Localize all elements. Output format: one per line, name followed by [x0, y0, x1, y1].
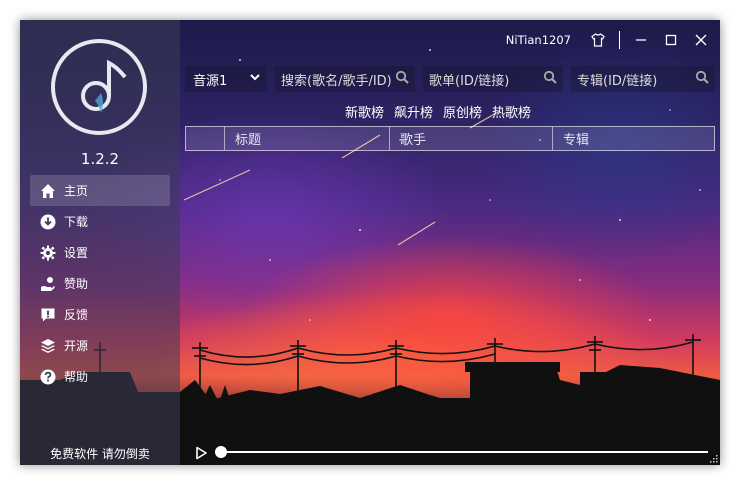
sidebar-item-label: 下载: [64, 215, 89, 229]
sidebar-item-feedback[interactable]: 反馈: [30, 299, 170, 330]
playlist-search-placeholder: 歌单(ID/链接): [429, 73, 510, 89]
playlist-search-input[interactable]: 歌单(ID/链接): [423, 66, 563, 92]
search-icon[interactable]: [543, 70, 557, 88]
player-bar: [180, 440, 720, 465]
search-bar: 音源1 搜索(歌名/歌手/ID) 歌单(ID/链接) 专辑(ID/链接): [185, 66, 717, 92]
donate-icon: [40, 276, 56, 292]
resize-grip-icon[interactable]: [710, 455, 718, 463]
column-header-artist[interactable]: 歌手: [389, 127, 552, 150]
sidebar-item-label: 赞助: [64, 277, 89, 291]
footer-notice: 免费软件 请勿倒卖: [50, 447, 150, 461]
album-search-placeholder: 专辑(ID/链接): [577, 73, 658, 89]
chart-tabs: 新歌榜 飙升榜 原创榜 热歌榜: [345, 102, 531, 121]
search-icon[interactable]: [395, 70, 409, 88]
help-icon: [40, 369, 56, 385]
minimize-icon[interactable]: [634, 33, 648, 47]
source-select-value: 音源1: [193, 73, 228, 89]
source-select[interactable]: 音源1: [185, 66, 267, 92]
title-bar: NiTian1207: [506, 20, 720, 60]
column-header-title[interactable]: 标题: [224, 127, 389, 150]
tab-new-songs[interactable]: 新歌榜: [345, 102, 384, 121]
tab-original[interactable]: 原创榜: [443, 102, 482, 121]
download-icon: [40, 214, 56, 230]
shirt-icon[interactable]: [591, 33, 605, 47]
progress-track[interactable]: [218, 451, 708, 453]
gear-icon: [40, 245, 56, 261]
maximize-icon[interactable]: [664, 33, 678, 47]
sidebar-item-label: 帮助: [64, 370, 89, 384]
sidebar-item-donate[interactable]: 赞助: [30, 268, 170, 299]
sidebar: 1.2.2 主页 下载 设置 赞助 反馈 开源 帮助 免费软件 请勿倒卖: [20, 20, 180, 465]
sidebar-item-home[interactable]: 主页: [30, 175, 170, 206]
album-search-input[interactable]: 专辑(ID/链接): [571, 66, 715, 92]
chevron-down-icon: [249, 71, 261, 87]
play-icon[interactable]: [193, 445, 209, 461]
song-search-input[interactable]: 搜索(歌名/歌手/ID): [275, 66, 415, 92]
version-label: 1.2.2: [80, 150, 120, 168]
tab-hot[interactable]: 热歌榜: [492, 102, 531, 121]
app-logo: [51, 39, 147, 135]
sidebar-item-download[interactable]: 下载: [30, 206, 170, 237]
sidebar-item-label: 设置: [64, 246, 89, 260]
sidebar-item-label: 反馈: [64, 308, 89, 322]
home-icon: [40, 183, 56, 199]
table-index-header: [186, 127, 224, 150]
music-note-logo-icon: [81, 59, 127, 113]
close-icon[interactable]: [694, 33, 708, 47]
divider: [619, 31, 620, 49]
sidebar-item-help[interactable]: 帮助: [30, 361, 170, 392]
app-window: 1.2.2 主页 下载 设置 赞助 反馈 开源 帮助 免费软件 请勿倒卖 NiT…: [20, 20, 720, 465]
sidebar-nav: 主页 下载 设置 赞助 反馈 开源 帮助: [30, 175, 170, 392]
sidebar-item-label: 开源: [64, 339, 89, 353]
sidebar-item-label: 主页: [64, 184, 89, 198]
feedback-icon: [40, 307, 56, 323]
column-header-album[interactable]: 专辑: [552, 127, 714, 150]
tab-rising[interactable]: 飙升榜: [394, 102, 433, 121]
layers-icon: [40, 338, 56, 354]
username-label[interactable]: NiTian1207: [506, 33, 571, 47]
sidebar-item-opensource[interactable]: 开源: [30, 330, 170, 361]
progress-knob[interactable]: [215, 446, 227, 458]
song-search-placeholder: 搜索(歌名/歌手/ID): [281, 73, 392, 89]
sidebar-item-settings[interactable]: 设置: [30, 237, 170, 268]
song-table-header: 标题 歌手 专辑: [185, 126, 715, 151]
search-icon[interactable]: [695, 70, 709, 88]
